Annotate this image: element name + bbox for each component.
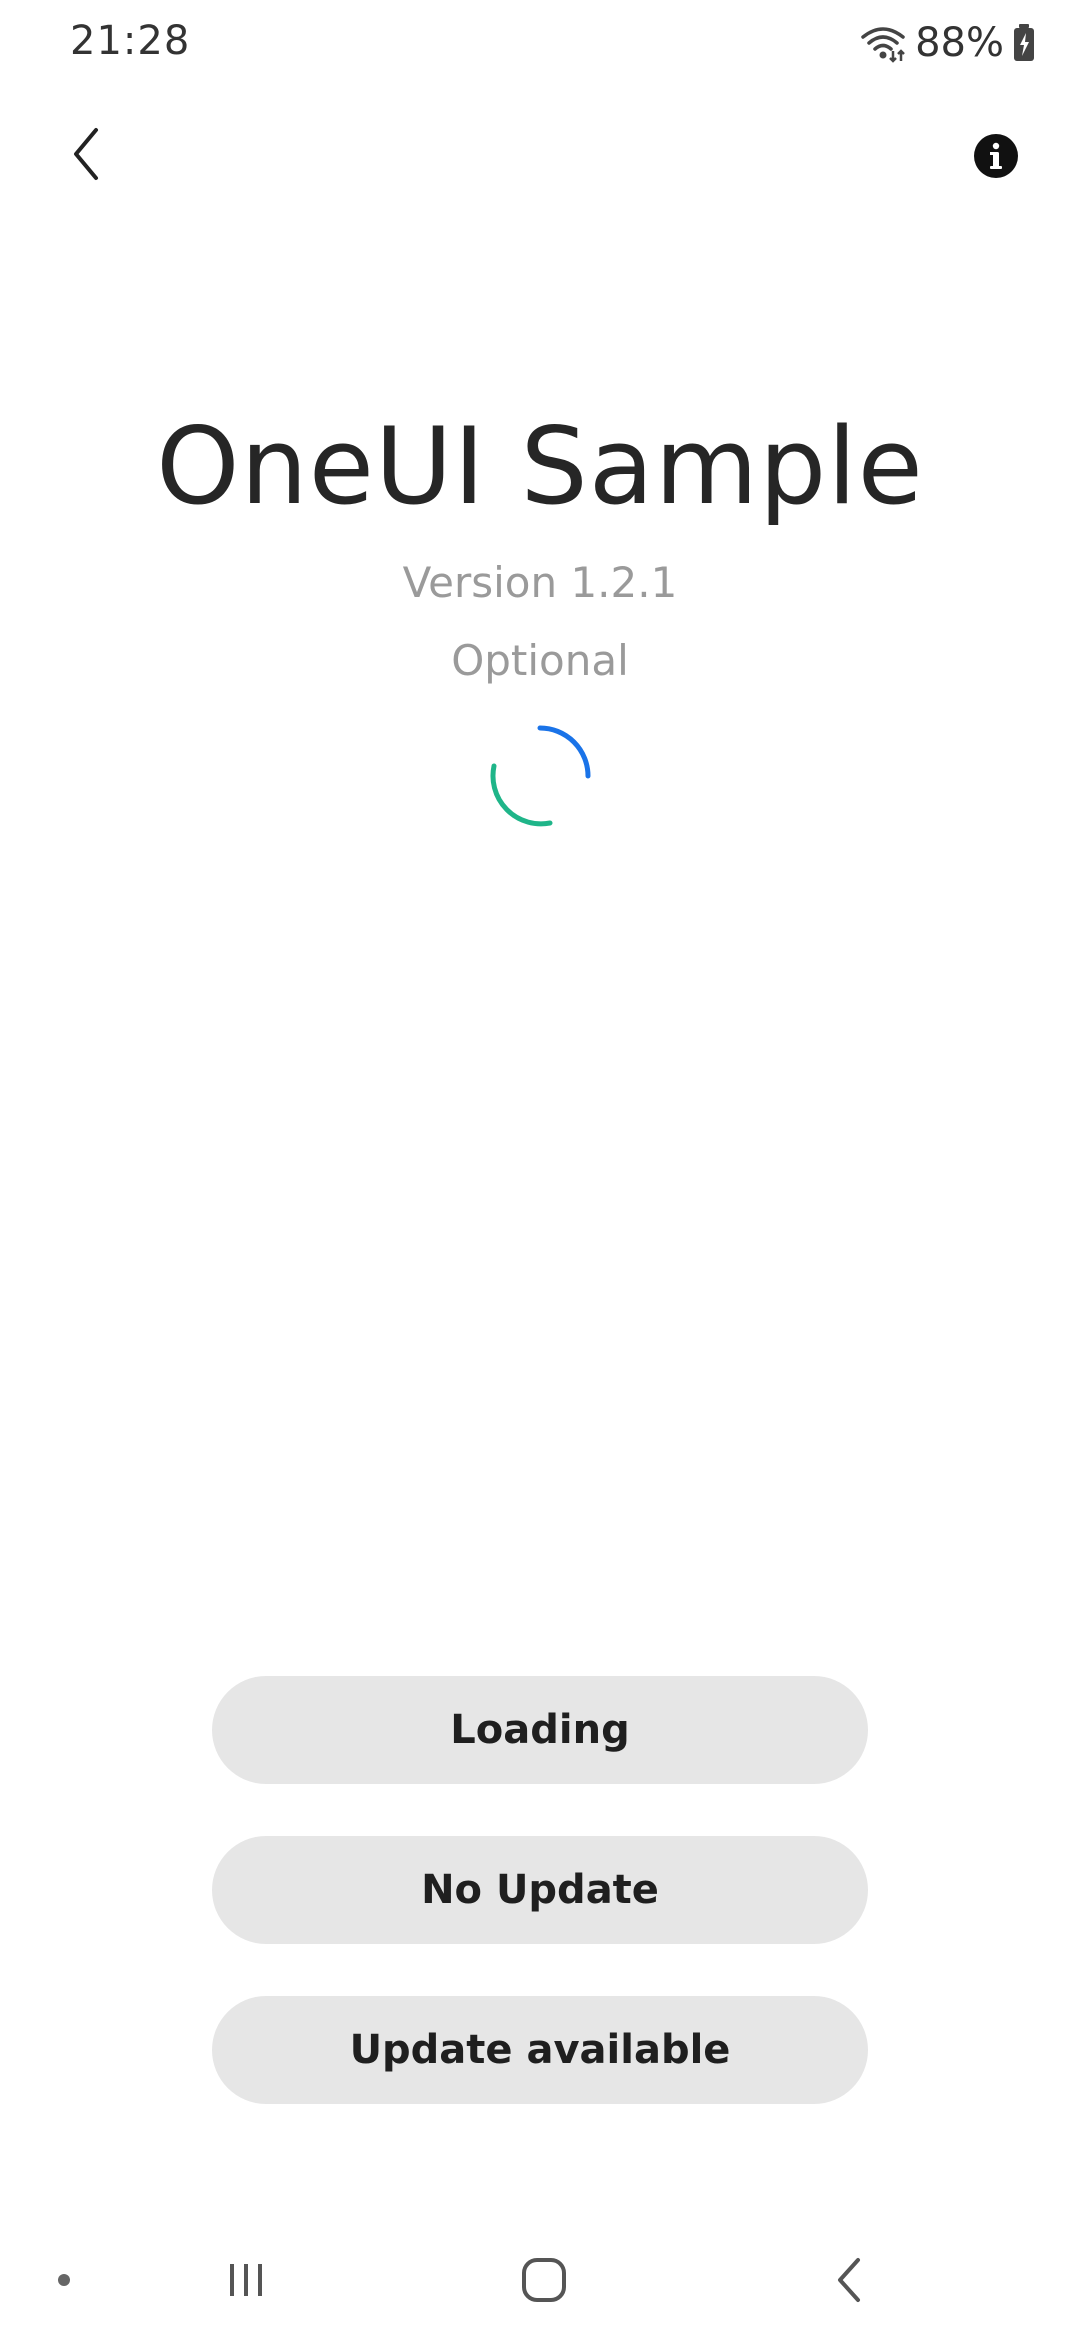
battery-percentage: 88% [915,20,1004,66]
status-time: 21:28 [70,18,191,64]
update-type-text: Optional [451,636,629,685]
status-icons: 88% [859,16,1036,70]
recents-icon [224,2258,268,2302]
version-text: Version 1.2.1 [402,558,678,607]
recents-button[interactable] [206,2238,286,2322]
screen: 21:28 88% OneUI Sample Version 1.2.1 Opt… [0,0,1080,2340]
loading-button[interactable]: Loading [212,1676,868,1784]
navigation-bar [0,2220,1080,2340]
update-available-button[interactable]: Update available [212,1996,868,2104]
wifi-icon [859,23,907,63]
nav-back-button[interactable] [810,2238,890,2322]
nav-dot-indicator[interactable] [36,2238,92,2322]
no-update-button[interactable]: No Update [212,1836,868,1944]
app-title: OneUI Sample [156,405,924,528]
chevron-left-icon [66,124,106,184]
back-icon [832,2256,868,2304]
info-button[interactable] [964,124,1028,188]
back-button[interactable] [50,118,122,190]
home-icon [520,2256,568,2304]
status-bar: 21:28 88% [0,0,1080,86]
home-button[interactable] [504,2238,584,2322]
battery-charging-icon [1012,23,1036,63]
dot-indicator-icon [56,2272,72,2288]
loading-spinner [484,720,596,832]
info-icon [973,133,1019,179]
